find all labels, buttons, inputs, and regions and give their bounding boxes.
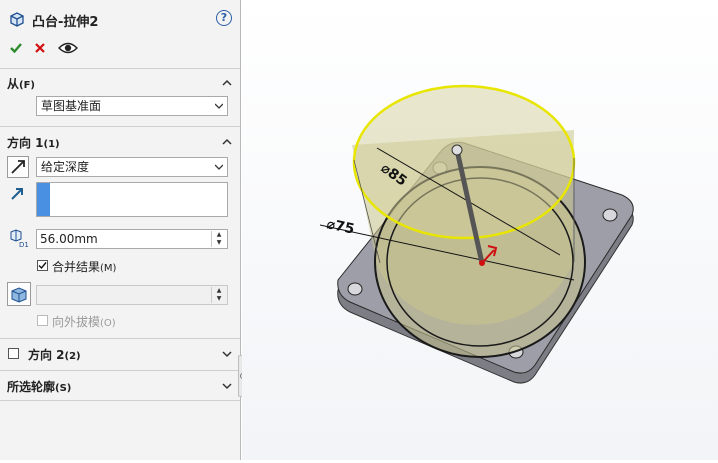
eye-icon (58, 42, 78, 54)
draft-outward-label: 向外拔模(O) (52, 313, 116, 330)
start-condition-value: 草图基准面 (41, 99, 102, 113)
direction2-section-header[interactable]: 方向 2(2) (28, 346, 81, 363)
svg-text:D1: D1 (19, 241, 29, 248)
selection-focus-bar (37, 183, 50, 216)
dim-inner-value: 75 (333, 218, 355, 238)
chevron-down-icon[interactable] (222, 381, 232, 391)
chevron-down-icon (215, 164, 223, 170)
draft-outward-text: 向外拔模 (52, 315, 101, 329)
close-icon (35, 43, 45, 53)
svg-text:⌀75: ⌀75 (325, 216, 356, 237)
direction2-checkbox[interactable] (8, 348, 19, 359)
chevron-down-icon[interactable] (222, 349, 232, 359)
selected-contours-header[interactable]: 所选轮廓(S) (7, 378, 71, 395)
draft-outward-checkbox[interactable] (37, 315, 48, 326)
direction2-shortcut: (2) (64, 351, 81, 362)
boss-extrude-icon (10, 12, 24, 27)
chevron-up-icon[interactable] (222, 78, 232, 88)
preview-button[interactable] (56, 38, 80, 58)
property-manager: 凸台-拉伸2 ? 从(F) 草图基准面 方向 1(1) 给定深度 D1 56.0… (0, 0, 241, 460)
help-icon[interactable]: ? (216, 10, 232, 26)
check-icon (10, 43, 22, 54)
draft-angle-input[interactable]: ▲ ▼ (36, 285, 228, 305)
direction1-shortcut: (1) (43, 139, 60, 150)
divider (0, 68, 240, 69)
stepper-down-icon[interactable]: ▼ (212, 239, 226, 247)
checkmark-icon (38, 262, 47, 270)
graphics-area[interactable]: ⌀85 ⌀75 (242, 0, 718, 460)
model-view[interactable]: ⌀85 ⌀75 (242, 0, 718, 460)
draft-icon (11, 287, 27, 303)
merge-result-label[interactable]: 合并结果(M) (52, 258, 116, 275)
direction1-title: 方向 1 (7, 136, 44, 150)
stepper-down-icon[interactable]: ▼ (212, 295, 226, 303)
depth-value: 56.00mm (40, 232, 98, 246)
start-condition-select[interactable]: 草图基准面 (36, 96, 228, 116)
feature-header: 凸台-拉伸2 ? (6, 8, 234, 30)
merge-result-checkbox[interactable] (37, 260, 48, 271)
end-condition-select[interactable]: 给定深度 (36, 157, 228, 177)
cancel-button[interactable] (30, 38, 50, 58)
direction-reference-field[interactable] (36, 182, 228, 217)
direction2-title: 方向 2 (28, 348, 65, 362)
ok-button[interactable] (6, 38, 26, 58)
merge-result-text: 合并结果 (52, 260, 101, 274)
depth-input[interactable]: 56.00mm ▲ ▼ (36, 229, 228, 249)
selected-contours-shortcut: (S) (55, 383, 72, 394)
draft-toggle-button[interactable] (7, 282, 31, 306)
divider (0, 370, 240, 371)
depth-icon: D1 (10, 229, 29, 248)
divider (0, 126, 240, 127)
dim-inner-label[interactable]: ⌀75 (325, 216, 356, 237)
direction-arrow-icon (11, 188, 23, 200)
reverse-direction-icon (11, 160, 25, 174)
chevron-up-icon[interactable] (222, 137, 232, 147)
draft-angle-stepper[interactable]: ▲ ▼ (211, 287, 226, 303)
draft-outward-shortcut: (O) (100, 318, 116, 329)
reverse-direction-button[interactable] (7, 156, 29, 178)
divider (0, 338, 240, 339)
from-section-shortcut: (F) (19, 80, 35, 91)
merge-result-shortcut: (M) (100, 263, 117, 274)
from-section-header[interactable]: 从(F) (7, 75, 35, 92)
depth-stepper[interactable]: ▲ ▼ (211, 231, 226, 247)
from-section-title: 从 (7, 77, 20, 91)
selected-contours-title: 所选轮廓 (7, 380, 56, 394)
chevron-down-icon (215, 103, 223, 109)
feature-title: 凸台-拉伸2 (32, 15, 99, 30)
direction1-section-header[interactable]: 方向 1(1) (7, 134, 60, 151)
end-condition-value: 给定深度 (41, 160, 90, 174)
divider (0, 400, 240, 401)
